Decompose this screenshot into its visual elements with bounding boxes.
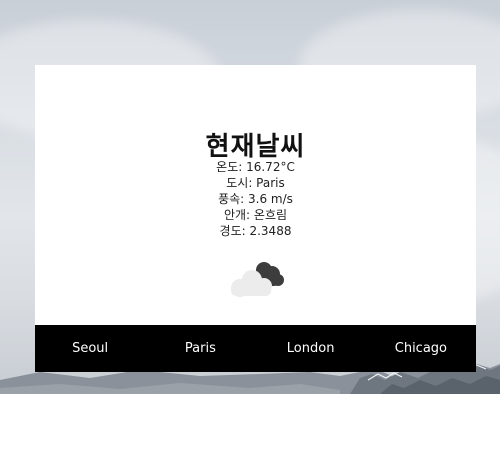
page-title: 현재날씨 <box>205 132 306 162</box>
city-text: 도시: Paris <box>226 176 285 190</box>
nav-item-paris[interactable]: Paris <box>145 325 255 372</box>
temperature-text: 온도: 16.72°C <box>216 160 295 174</box>
condition-text: 안개: 온흐림 <box>223 208 288 222</box>
cloud-icon <box>231 262 284 297</box>
nav-item-chicago[interactable]: Chicago <box>366 325 476 372</box>
city-nav-bar: Seoul Paris London Chicago <box>35 325 476 372</box>
longitude-text: 경도: 2.3488 <box>219 224 292 238</box>
nav-item-seoul[interactable]: Seoul <box>35 325 145 372</box>
wind-speed-text: 풍속: 3.6 m/s <box>218 192 293 206</box>
nav-item-london[interactable]: London <box>256 325 366 372</box>
